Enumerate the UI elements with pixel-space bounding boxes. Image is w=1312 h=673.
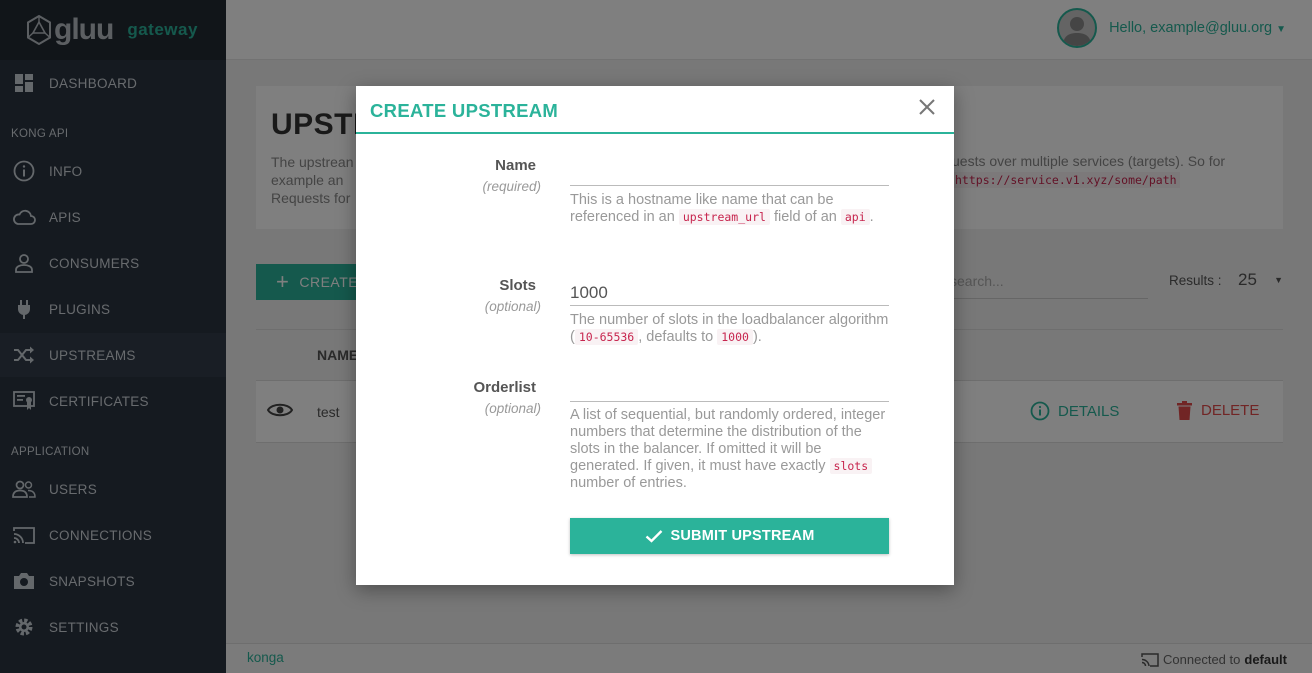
create-upstream-modal: CREATE UPSTREAM Name (required) This is …	[356, 86, 954, 585]
submit-upstream-button[interactable]: SUBMIT UPSTREAM	[570, 518, 889, 554]
orderlist-help: A list of sequential, but randomly order…	[570, 407, 886, 491]
name-label: Name	[495, 157, 536, 174]
slots-hint: (optional)	[484, 299, 541, 314]
orderlist-input[interactable]	[570, 376, 889, 402]
slots-label: Slots	[499, 277, 536, 294]
modal-title: CREATE UPSTREAM	[370, 100, 559, 121]
slots-help: The number of slots in the loadbalancer …	[570, 312, 889, 345]
name-input[interactable]	[570, 160, 889, 186]
close-icon[interactable]	[918, 98, 936, 116]
check-icon	[645, 530, 662, 543]
name-hint: (required)	[482, 179, 541, 194]
modal-header: CREATE UPSTREAM	[356, 86, 954, 134]
orderlist-hint: (optional)	[484, 401, 541, 416]
name-help: This is a hostname like name that can be…	[570, 192, 874, 225]
orderlist-label: Orderlist	[473, 379, 536, 396]
slots-input[interactable]	[570, 280, 889, 306]
